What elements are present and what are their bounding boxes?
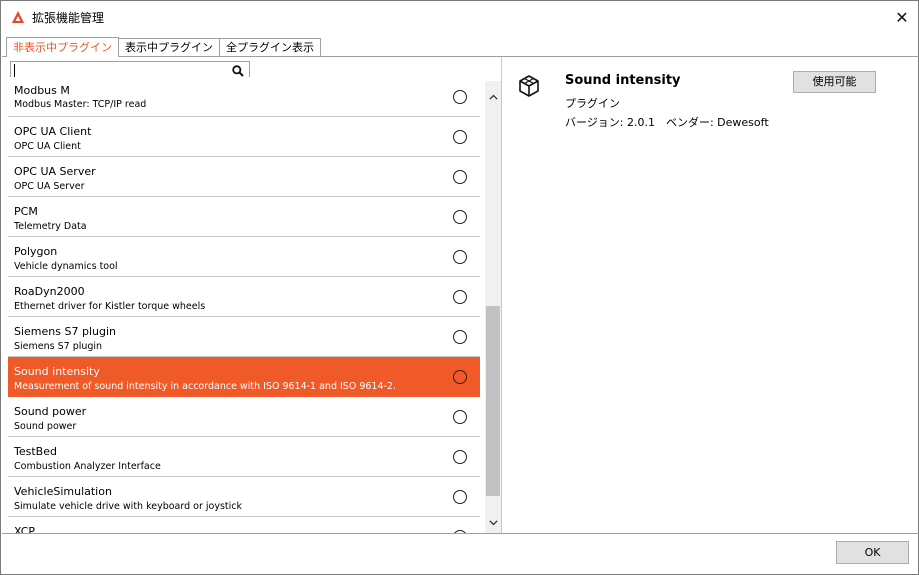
- plugin-toggle-radio[interactable]: [453, 410, 467, 424]
- plugin-name: Sound intensity: [14, 365, 100, 378]
- plugin-toggle-radio[interactable]: [453, 130, 467, 144]
- plugin-list-pane: Modbus M Modbus Master: TCP/IP read OPC …: [2, 57, 502, 533]
- plugin-name: VehicleSimulation: [14, 485, 112, 498]
- list-item[interactable]: Polygon Vehicle dynamics tool: [8, 237, 480, 277]
- cube-icon: [519, 75, 539, 97]
- plugin-name: XCP: [14, 525, 36, 533]
- plugin-manager-window: 拡張機能管理 ✕ 非表示中プラグイン 表示中プラグイン 全プラグイン表示 Mod…: [0, 0, 919, 575]
- list-item[interactable]: TestBed Combustion Analyzer Interface: [8, 437, 480, 477]
- plugin-toggle-radio[interactable]: [453, 250, 467, 264]
- plugin-description: Vehicle dynamics tool: [14, 261, 118, 272]
- tab-visible-plugins[interactable]: 表示中プラグイン: [118, 38, 220, 57]
- list-item[interactable]: RoaDyn2000 Ethernet driver for Kistler t…: [8, 277, 480, 317]
- close-button[interactable]: ✕: [886, 1, 918, 33]
- tab-bar: 非表示中プラグイン 表示中プラグイン 全プラグイン表示: [6, 37, 321, 57]
- plugin-toggle-radio[interactable]: [453, 210, 467, 224]
- list-item[interactable]: Sound power Sound power: [8, 397, 480, 437]
- plugin-name: PCM: [14, 205, 38, 218]
- list-item[interactable]: OPC UA Client OPC UA Client: [8, 117, 480, 157]
- list-item[interactable]: XCP: [8, 517, 480, 533]
- list-item[interactable]: Modbus M Modbus Master: TCP/IP read: [8, 77, 480, 117]
- search-input[interactable]: [13, 63, 228, 78]
- content-area: Modbus M Modbus Master: TCP/IP read OPC …: [2, 56, 919, 534]
- list-item[interactable]: PCM Telemetry Data: [8, 197, 480, 237]
- plugin-toggle-radio[interactable]: [453, 290, 467, 304]
- text-caret: [14, 64, 15, 77]
- plugin-name: OPC UA Server: [14, 165, 96, 178]
- plugin-toggle-radio[interactable]: [453, 490, 467, 504]
- search-icon[interactable]: [232, 65, 244, 77]
- plugin-toggle-radio[interactable]: [453, 530, 467, 533]
- plugin-name: OPC UA Client: [14, 125, 92, 138]
- plugin-description: Sound power: [14, 421, 77, 432]
- window-title: 拡張機能管理: [32, 11, 105, 25]
- plugin-detail-title: Sound intensity: [565, 73, 681, 88]
- scroll-up-button[interactable]: [485, 89, 501, 105]
- list-item-selected[interactable]: Sound intensity Measurement of sound int…: [8, 357, 480, 397]
- plugin-description: OPC UA Client: [14, 141, 81, 152]
- plugin-toggle-radio[interactable]: [453, 170, 467, 184]
- plugin-list: Modbus M Modbus Master: TCP/IP read OPC …: [8, 77, 480, 533]
- close-icon: ✕: [895, 7, 909, 27]
- enable-button[interactable]: 使用可能: [793, 71, 876, 93]
- plugin-toggle-radio[interactable]: [453, 330, 467, 344]
- ok-button[interactable]: OK: [836, 541, 909, 564]
- plugin-name: TestBed: [14, 445, 57, 458]
- plugin-description: Modbus Master: TCP/IP read: [14, 99, 147, 110]
- title-bar: 拡張機能管理 ✕: [1, 1, 918, 33]
- plugin-description: Combustion Analyzer Interface: [14, 461, 161, 472]
- plugin-name: RoaDyn2000: [14, 285, 85, 298]
- list-item[interactable]: OPC UA Server OPC UA Server: [8, 157, 480, 197]
- scroll-down-button[interactable]: [485, 515, 501, 531]
- plugin-detail-version: バージョン: 2.0.1 ベンダー: Dewesoft: [565, 116, 769, 129]
- plugin-toggle-radio[interactable]: [453, 370, 467, 384]
- plugin-detail-pane: Sound intensity プラグイン バージョン: 2.0.1 ベンダー:…: [503, 57, 919, 533]
- plugin-description: Siemens S7 plugin: [14, 341, 103, 352]
- plugin-description: Ethernet driver for Kistler torque wheel…: [14, 301, 206, 312]
- plugin-toggle-radio[interactable]: [453, 90, 467, 104]
- plugin-description: OPC UA Server: [14, 181, 85, 192]
- plugin-name: Siemens S7 plugin: [14, 325, 116, 338]
- chevron-up-icon: [488, 94, 498, 100]
- tab-all-plugins[interactable]: 全プラグイン表示: [219, 38, 321, 57]
- plugin-name: Polygon: [14, 245, 58, 258]
- plugin-description: Simulate vehicle drive with keyboard or …: [14, 501, 243, 512]
- list-item[interactable]: VehicleSimulation Simulate vehicle drive…: [8, 477, 480, 517]
- chevron-down-icon: [488, 520, 498, 526]
- plugin-description: Telemetry Data: [14, 221, 87, 232]
- tab-hidden-plugins[interactable]: 非表示中プラグイン: [6, 37, 119, 57]
- plugin-toggle-radio[interactable]: [453, 450, 467, 464]
- app-logo-icon: [12, 11, 24, 23]
- scroll-thumb[interactable]: [486, 306, 500, 496]
- plugin-description: Measurement of sound intensity in accord…: [14, 381, 396, 392]
- plugin-name: Modbus M: [14, 84, 70, 97]
- plugin-detail-type: プラグイン: [565, 97, 620, 110]
- plugin-name: Sound power: [14, 405, 87, 418]
- list-item[interactable]: Siemens S7 plugin Siemens S7 plugin: [8, 317, 480, 357]
- vertical-scrollbar[interactable]: [485, 81, 501, 533]
